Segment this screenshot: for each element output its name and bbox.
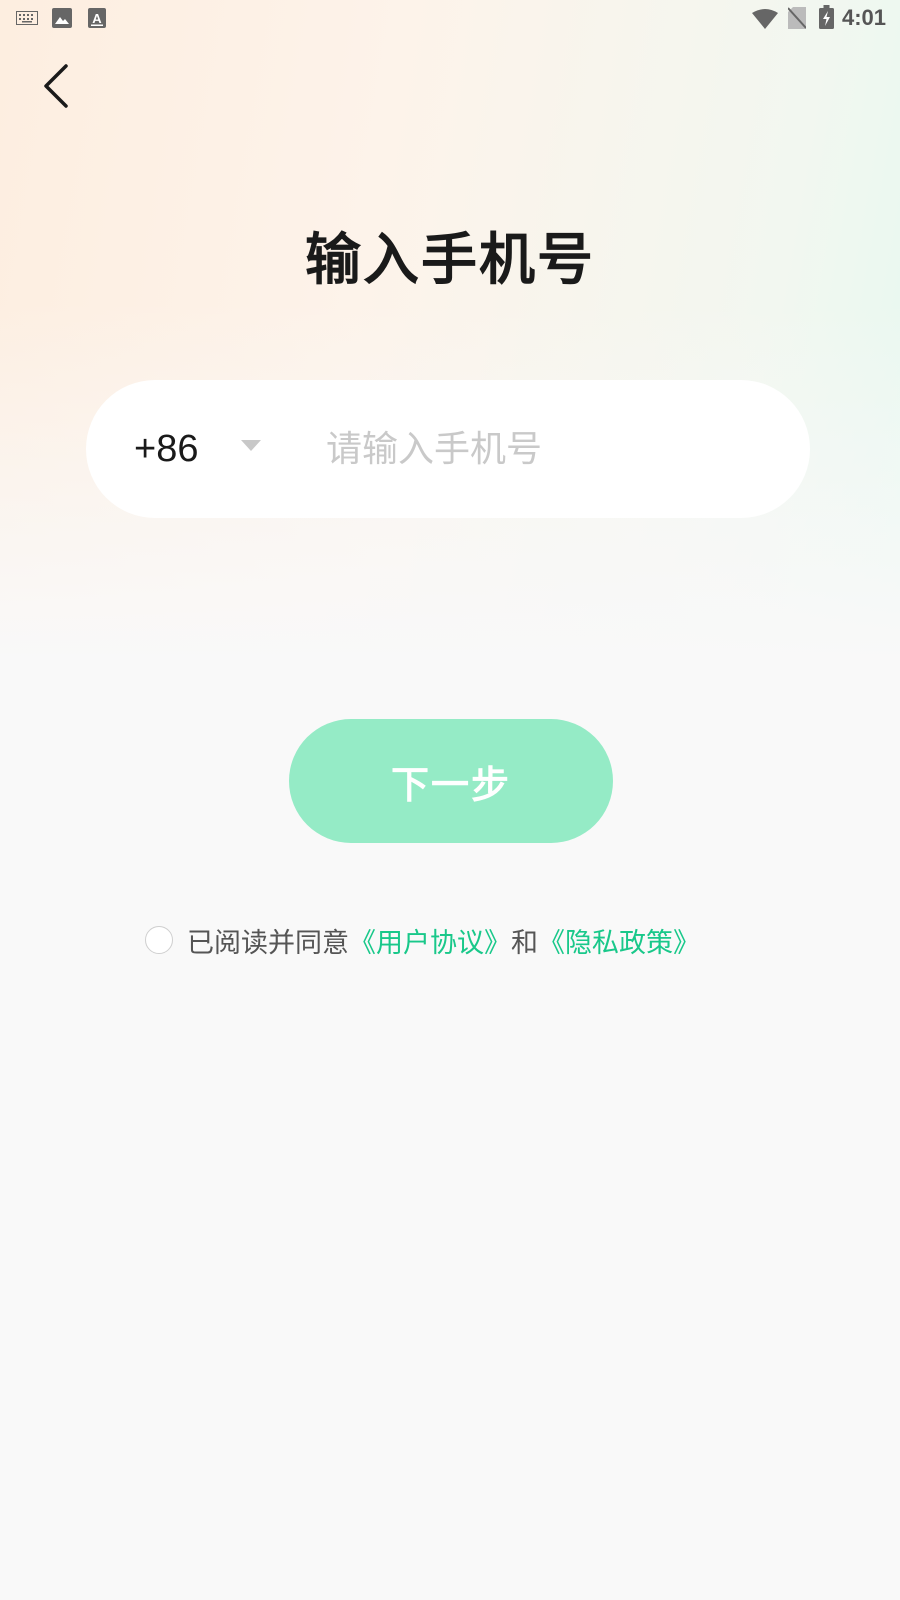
caret-down-icon[interactable]	[241, 440, 261, 451]
privacy-policy-link[interactable]: 《隐私政策》	[538, 921, 700, 960]
chevron-left-icon	[44, 64, 68, 108]
image-icon	[52, 8, 72, 28]
status-time: 4:01	[841, 5, 886, 30]
agreement-row: 已阅读并同意 《用户协议》 和 《隐私政策》	[145, 920, 700, 960]
agree-checkbox[interactable]	[145, 926, 173, 954]
next-button[interactable]: 下一步	[289, 719, 613, 843]
status-bar: A 4:01	[0, 0, 900, 36]
back-button[interactable]	[30, 58, 86, 114]
agreement-prefix: 已阅读并同意	[187, 927, 349, 959]
country-code-selector[interactable]: +86	[134, 380, 198, 518]
keyboard-icon	[16, 11, 38, 25]
no-sim-icon	[788, 7, 806, 29]
page-title: 输入手机号	[305, 228, 595, 293]
svg-text:A: A	[92, 11, 102, 26]
agreement-conjunction: 和	[511, 927, 538, 959]
font-icon: A	[88, 8, 106, 28]
battery-charging-icon	[819, 5, 834, 29]
phone-input[interactable]	[326, 409, 766, 489]
phone-input-container: +86	[86, 380, 810, 518]
wifi-icon	[752, 9, 778, 29]
user-agreement-link[interactable]: 《用户协议》	[349, 921, 511, 960]
